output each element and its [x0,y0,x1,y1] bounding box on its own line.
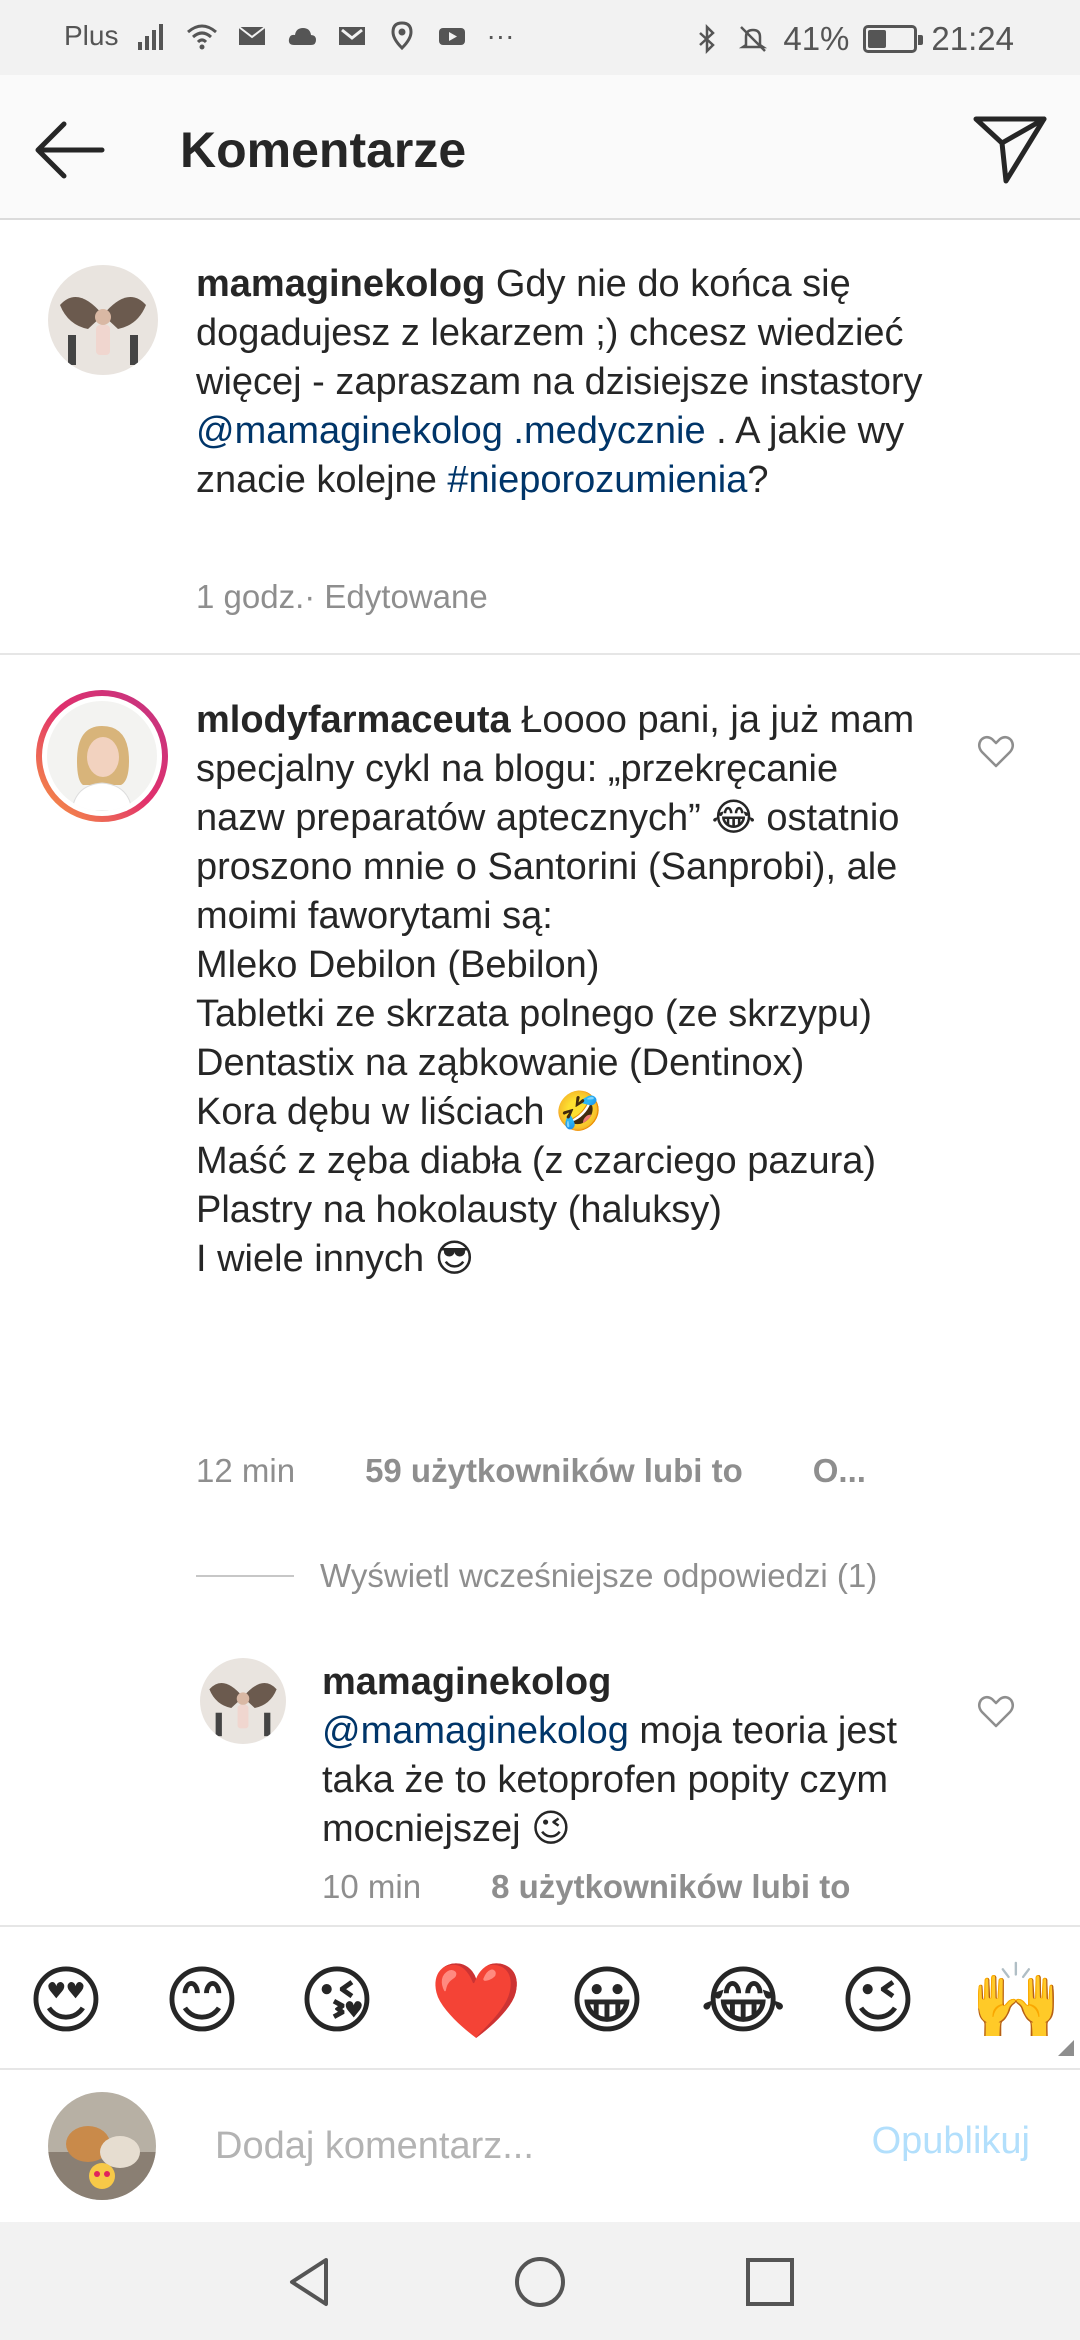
comment-composer: Opublikuj [0,2070,1080,2222]
view-previous-replies-label: Wyświetl wcześniejsze odpowiedzi (1) [320,1557,878,1594]
comment-avatar [42,696,162,816]
comment-text: mlodyfarmaceuta Łoooo pani, ja już mam s… [196,696,926,1284]
reply-mention[interactable]: @mamaginekolog [322,1710,629,1752]
emoji-wink[interactable]: 😉 [836,1959,920,2043]
comment-line: Mleko Debilon (Bebilon) [196,944,600,986]
resize-corner-icon [1058,2040,1074,2056]
comments-list: mamaginekolog Gdy nie do końca się dogad… [0,220,1080,1925]
comment-avatar-story-ring[interactable] [36,690,168,822]
caption-mention[interactable]: @mamaginekolog .medycznie [196,410,706,452]
caption-hashtag[interactable]: #nieporozumienia [447,459,747,501]
emoji-red-heart[interactable]: ❤️ [430,1959,522,2043]
reply-likes[interactable]: 8 użytkowników lubi to [491,1868,850,1906]
battery-icon [863,25,924,53]
emoji-heart-eyes[interactable]: 😍 [24,1959,108,2043]
status-bar: Plus ··· 41% 21:24 [0,0,1080,75]
mute-bell-icon [739,26,768,52]
caption-username[interactable]: mamaginekolog [196,263,485,305]
comment-meta: 12 min 59 użytkowników lubi to O... [196,1452,866,1490]
emoji-tears-of-joy[interactable]: 😂 [700,1959,786,2043]
carrier-label: Plus [64,20,119,51]
comment-line: Maść z zęba diabła (z czarciego pazura) [196,1140,877,1182]
caption-edited: · Edytowane [304,578,488,615]
wifi-icon [187,24,218,50]
nav-home-icon[interactable] [512,2254,568,2310]
emoji-quick-bar: 😍 😊 😘 ❤️ 😀 😂 😉 🙌 [0,1925,1080,2070]
battery-percent: 41% [783,20,850,57]
caption-meta: 1 godz. · Edytowane [196,578,488,616]
cloud-icon [289,28,317,45]
gmail-icon [339,27,366,45]
more-notifications-icon: ··· [486,20,515,51]
comment-username[interactable]: mlodyfarmaceuta [196,699,511,741]
view-previous-replies[interactable]: Wyświetl wcześniejsze odpowiedzi (1) [196,1557,877,1595]
reply-text: mamaginekolog @mamaginekolog moja teoria… [322,1658,942,1854]
location-icon [391,21,413,51]
status-left: Plus ··· [64,20,514,52]
emoji-smiling[interactable]: 😊 [160,1959,244,2043]
reply-time: 10 min [322,1868,422,1905]
emoji-raised-hands[interactable]: 🙌 [970,1959,1062,2043]
reply-username[interactable]: mamaginekolog [322,1661,611,1703]
comment-reply-button[interactable]: O... [813,1452,866,1490]
publish-button[interactable]: Opublikuj [872,2120,1030,2163]
own-avatar [48,2092,156,2200]
page-title: Komentarze [180,122,467,178]
header: Komentarze [0,75,1080,220]
emoji-kiss[interactable]: 😘 [295,1959,379,2043]
comment-line: Plastry na hokolausty (haluksy) [196,1189,722,1231]
nav-back-icon[interactable] [282,2254,338,2310]
youtube-icon [439,28,466,45]
comment-line: Tabletki ze skrzata polnego (ze skrzypu) [196,993,872,1035]
post-caption: mamaginekolog Gdy nie do końca się dogad… [0,220,1080,655]
comment-line: I wiele innych 😎 [196,1238,475,1280]
caption-avatar[interactable] [48,265,158,375]
status-right: 41% 21:24 [691,20,1014,58]
clock: 21:24 [931,20,1014,57]
comment-like-heart-icon[interactable] [976,732,1016,772]
bluetooth-icon [699,23,716,55]
comment-line: Kora dębu w liściach 🤣 [196,1091,603,1133]
battery-level [868,30,887,48]
caption-time: 1 godz. [196,578,305,615]
emoji-grinning[interactable]: 😀 [565,1959,649,2043]
signal-icon [138,24,164,50]
comment-time: 12 min [196,1452,296,1489]
back-arrow-icon[interactable] [30,110,110,190]
reply-avatar[interactable] [200,1658,286,1744]
mail-icon [238,26,267,45]
replies-divider [196,1575,294,1577]
nav-recents-icon[interactable] [742,2254,798,2310]
caption-body-3: ? [747,459,769,501]
reply-meta: 10 min 8 użytkowników lubi to [322,1868,850,1906]
caption-text: mamaginekolog Gdy nie do końca się dogad… [196,260,956,505]
comment-likes[interactable]: 59 użytkowników lubi to [365,1452,743,1490]
reply-like-heart-icon[interactable] [976,1692,1016,1732]
comment-input[interactable] [215,2120,815,2172]
system-nav-bar [0,2222,1080,2340]
comment-line: Dentastix na ząbkowanie (Dentinox) [196,1042,805,1084]
direct-send-icon[interactable] [968,105,1052,189]
